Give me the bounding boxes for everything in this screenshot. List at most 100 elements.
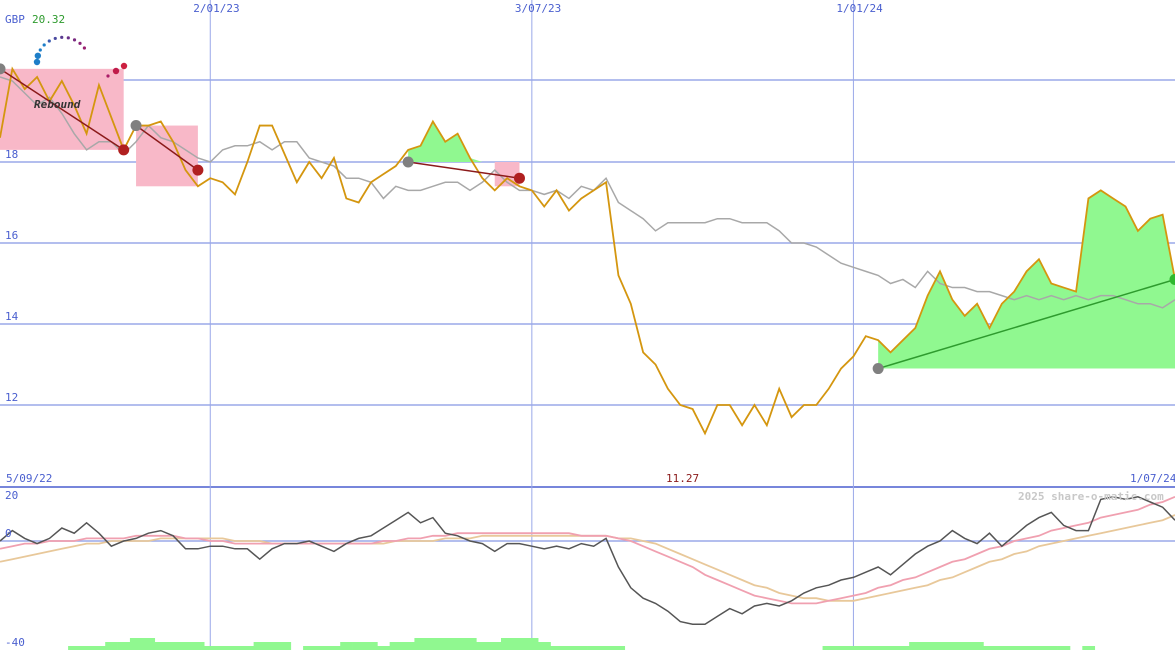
volume-bar — [1082, 646, 1096, 650]
signal-start-marker — [130, 120, 142, 132]
volume-bar — [1045, 646, 1058, 650]
currency-label: GBP — [5, 13, 25, 26]
logo-dot — [66, 36, 70, 40]
volume-bar — [463, 638, 477, 650]
logo-dot — [42, 43, 46, 47]
logo-dot — [53, 36, 57, 41]
volume-bar — [327, 646, 341, 650]
logo-dot — [120, 62, 128, 70]
volume-bar — [402, 642, 415, 650]
volume-bar — [80, 646, 94, 650]
volume-bar — [612, 646, 626, 650]
volume-bar — [946, 642, 959, 650]
volume-bar — [179, 642, 193, 650]
price-line — [0, 66, 1175, 436]
end-date: 1/07/24 — [1130, 472, 1175, 485]
volume-bar — [278, 642, 292, 650]
volume-bar — [142, 638, 156, 650]
volume-bar — [1032, 646, 1046, 650]
volume-bar — [253, 642, 267, 650]
volume-bar — [575, 646, 588, 650]
signal-end-marker — [192, 164, 204, 176]
volume-bar — [513, 638, 527, 650]
osc-tick-label: 0 — [5, 527, 12, 540]
logo-dot — [38, 48, 42, 52]
volume-bar — [352, 642, 366, 650]
volume-bar — [364, 642, 378, 650]
price-series — [0, 66, 1175, 436]
index-line — [0, 76, 1175, 309]
volume-bar — [241, 646, 254, 650]
logo-dot — [72, 38, 77, 42]
volume-bar — [389, 642, 403, 650]
volume-bar — [872, 646, 885, 650]
signal-start-marker — [872, 363, 884, 375]
volume-bar — [525, 638, 539, 650]
x-tick-label: 2/01/23 — [193, 2, 239, 15]
volume-bar — [315, 646, 329, 650]
logo-dot — [82, 46, 86, 50]
volume-bar — [1020, 646, 1034, 650]
volume-bar — [340, 642, 353, 650]
stock-chart: 2/01/23 3/07/23 1/01/24 12 14 16 18 20 0 -40 GBP … — [0, 0, 1175, 650]
volume-bar — [834, 646, 848, 650]
axis-ticks: 2/01/23 3/07/23 1/01/24 12 14 16 18 20 0 -40 — [5, 2, 883, 649]
watermark: 2025 share-o-matic.com — [1018, 490, 1164, 503]
logo-dot — [47, 39, 51, 43]
loss-area — [136, 125, 198, 187]
volume-bar — [204, 646, 217, 650]
y-tick-label: 16 — [5, 229, 18, 242]
volume-bar — [538, 642, 551, 650]
volume-bar — [117, 642, 131, 650]
last-price: 20.32 — [32, 13, 65, 26]
volume-bar — [377, 646, 391, 650]
volume-bar — [228, 646, 242, 650]
volume-bar — [167, 642, 180, 650]
osc-tick-label: 20 — [5, 489, 18, 502]
signal-end-marker — [513, 172, 525, 184]
logo-dot — [34, 52, 42, 59]
gain-area — [408, 121, 520, 162]
logo-dot — [112, 67, 120, 75]
x-tick-label: 1/01/24 — [836, 2, 883, 15]
volume-bar — [265, 642, 279, 650]
volume-bar — [426, 638, 440, 650]
volume-bar — [550, 646, 564, 650]
volume-bar — [958, 642, 972, 650]
volume-bar — [439, 638, 452, 650]
volume-bar — [587, 646, 601, 650]
volume-bar — [154, 642, 168, 650]
x-tick-label: 3/07/23 — [515, 2, 561, 15]
signal-end-marker — [118, 144, 130, 156]
volume-bar — [859, 646, 873, 650]
logo-dot — [60, 35, 64, 39]
start-date: 5/09/22 — [6, 472, 52, 485]
volume-bar — [488, 642, 502, 650]
volume-bar — [822, 646, 836, 650]
header: GBP 20.32 5/09/22 11.27 1/07/24 2025 sha… — [5, 13, 1175, 503]
volume-bar — [970, 642, 984, 650]
oscillator-panel — [0, 495, 1175, 650]
volume-bar — [933, 642, 947, 650]
logo-dot — [78, 41, 82, 45]
osc-tick-label: -40 — [5, 636, 25, 649]
slow-average-line — [0, 514, 1175, 602]
signal-start-marker — [402, 156, 414, 168]
volume-bar — [983, 646, 997, 650]
volume-bar — [909, 642, 922, 650]
volume-bar — [451, 638, 465, 650]
logo-text: Rebound — [34, 98, 81, 111]
y-tick-label: 18 — [5, 148, 18, 161]
volume-bar — [303, 646, 316, 650]
volume-bar — [129, 638, 143, 650]
volume-bar — [414, 638, 428, 650]
volume-bar — [847, 646, 861, 650]
logo-dot — [106, 74, 110, 78]
volume-bar — [921, 642, 935, 650]
volume-bar — [1008, 646, 1021, 650]
volume-bar — [995, 646, 1009, 650]
volume-bar — [500, 638, 514, 650]
volume-bar — [896, 646, 910, 650]
volume-bar — [216, 646, 230, 650]
volume-bar — [884, 646, 898, 650]
